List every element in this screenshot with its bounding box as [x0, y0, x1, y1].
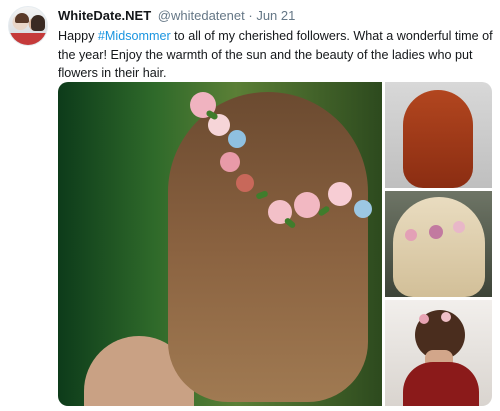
flower-shape [453, 221, 465, 233]
photo-updo-red-dress[interactable] [385, 300, 492, 406]
flower-shape [441, 312, 451, 322]
media-grid [58, 82, 492, 406]
main-photo-flower-crown[interactable] [58, 82, 382, 406]
avatar-figure-1 [15, 13, 29, 23]
display-name[interactable]: WhiteDate.NET [58, 8, 151, 23]
tweet-text-before: Happy [58, 29, 98, 43]
hair-shape [168, 92, 368, 402]
flower-shape [228, 130, 246, 148]
flower-shape [220, 152, 240, 172]
dress-shape [403, 362, 479, 406]
tweet-text: Happy #Midsommer to all of my cherished … [58, 27, 494, 83]
avatar[interactable] [8, 6, 48, 46]
flower-shape [354, 200, 372, 218]
flower-shape [405, 229, 417, 241]
avatar-shirt [9, 33, 47, 45]
hair-shape [393, 197, 485, 297]
hair-shape [403, 90, 473, 188]
photo-red-hair-flowers[interactable] [385, 82, 492, 188]
flower-shape [328, 182, 352, 206]
separator-dot: · [248, 8, 253, 23]
photo-blonde-hair-flowers[interactable] [385, 191, 492, 297]
flower-shape [419, 314, 429, 324]
flower-shape [429, 225, 443, 239]
avatar-figure-2 [31, 15, 45, 31]
user-handle[interactable]: @whitedatenet [158, 8, 245, 23]
tweet[interactable]: WhiteDate.NET @whitedatenet · Jun 21 Hap… [0, 0, 500, 411]
flower-shape [236, 174, 254, 192]
flower-shape [294, 192, 320, 218]
tweet-date[interactable]: Jun 21 [256, 8, 295, 23]
hashtag-link[interactable]: #Midsommer [98, 29, 171, 43]
tweet-header: WhiteDate.NET @whitedatenet · Jun 21 [58, 8, 295, 24]
